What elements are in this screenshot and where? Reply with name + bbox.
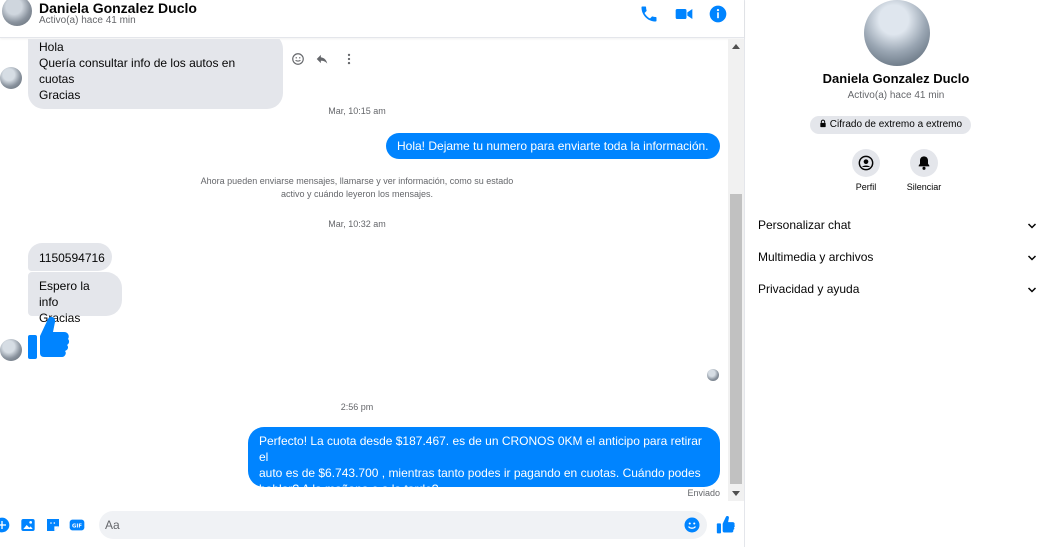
contact-status: Activo(a) hace 41 min (39, 15, 136, 26)
scroll-up-arrow[interactable] (732, 44, 740, 49)
chat-header: Daniela Gonzalez Duclo Activo(a) hace 41… (0, 0, 744, 38)
section-customize-chat[interactable]: Personalizar chat (758, 218, 1038, 238)
message-line: Quería consultar info de los autos en cu… (39, 56, 236, 86)
system-note: Ahora pueden enviarse mensajes, llamarse… (178, 175, 536, 201)
profile-name: Daniela Gonzalez Duclo (822, 71, 970, 86)
message-line: hablar? A la mañana o a la tarde? (259, 482, 439, 496)
svg-text:GIF: GIF (72, 524, 82, 530)
message-line: Hola (39, 40, 64, 54)
sent-status: Enviado (687, 488, 720, 498)
conversation-info-panel: Daniela Gonzalez Duclo Activo(a) hace 41… (746, 0, 1050, 547)
message-line: auto es de $6.743.700 , mientras tanto p… (259, 466, 701, 480)
more-icon[interactable] (342, 52, 356, 66)
profile-button-circle[interactable] (852, 149, 880, 177)
section-label: Personalizar chat (758, 218, 851, 232)
message-input[interactable] (105, 517, 675, 533)
bell-icon (918, 156, 930, 170)
incoming-message[interactable]: Hola Quería consultar info de los autos … (28, 39, 283, 109)
scroll-down-arrow[interactable] (732, 491, 740, 496)
profile-status: Activo(a) hace 41 min (847, 90, 945, 101)
section-privacy-help[interactable]: Privacidad y ayuda (758, 282, 1038, 302)
emoji-react-icon[interactable] (291, 52, 305, 66)
emoji-icon[interactable] (683, 516, 701, 534)
system-note-line: Ahora pueden enviarse mensajes, llamarse… (200, 176, 514, 186)
phone-icon[interactable] (639, 4, 659, 24)
mute-button-circle[interactable] (910, 149, 938, 177)
message-actions (291, 52, 356, 71)
scroll-thumb[interactable] (730, 194, 742, 484)
composer-bar: GIF (0, 503, 744, 547)
message-line: Gracias (39, 88, 81, 102)
reply-icon[interactable] (315, 52, 329, 66)
section-media-files[interactable]: Multimedia y archivos (758, 250, 1038, 270)
encryption-badge[interactable]: Cifrado de extremo a extremo (810, 116, 972, 134)
system-note-line: activo y cuándo leyeron los mensajes. (280, 189, 434, 199)
gif-icon[interactable]: GIF (69, 517, 85, 533)
message-input-box[interactable] (99, 511, 707, 539)
thumbs-up-sticker[interactable] (26, 315, 70, 361)
contact-avatar-small[interactable] (0, 67, 22, 89)
incoming-message[interactable]: Espero la info Gracias (28, 272, 122, 325)
chevron-down-icon[interactable] (1026, 220, 1038, 232)
chevron-down-icon[interactable] (1026, 284, 1038, 296)
contact-name[interactable]: Daniela Gonzalez Duclo (39, 0, 197, 16)
timestamp: Mar, 10:32 am (328, 219, 386, 229)
timestamp: 2:56 pm (340, 402, 374, 412)
chevron-down-icon[interactable] (1026, 252, 1038, 264)
chat-panel: Daniela Gonzalez Duclo Activo(a) hace 41… (0, 0, 745, 547)
incoming-message[interactable]: 1150594716 (28, 243, 112, 271)
mute-button[interactable]: Silenciar (894, 149, 954, 192)
profile-label: Perfil (855, 182, 877, 192)
profile-icon (858, 155, 874, 171)
sticker-icon[interactable] (45, 517, 61, 533)
outgoing-message[interactable]: Hola! Dejame tu numero para enviarte tod… (386, 133, 720, 159)
plus-icon[interactable] (0, 517, 10, 533)
section-label: Multimedia y archivos (758, 250, 874, 264)
message-line: Espero la info (39, 279, 90, 309)
outgoing-message[interactable]: Perfecto! La cuota desde $187.467. es de… (248, 427, 720, 496)
timestamp: Mar, 10:15 am (328, 106, 386, 116)
contact-avatar[interactable] (2, 0, 32, 26)
info-icon[interactable] (708, 4, 728, 24)
section-label: Privacidad y ayuda (758, 282, 860, 296)
contact-avatar-small[interactable] (0, 339, 22, 361)
profile-button[interactable]: Perfil (836, 149, 896, 192)
message-scrollbar[interactable] (728, 39, 744, 501)
photo-icon[interactable] (20, 517, 36, 533)
profile-avatar-large[interactable] (864, 0, 930, 66)
encryption-label: Cifrado de extremo a extremo (829, 119, 963, 130)
mute-label: Silenciar (906, 182, 942, 192)
like-icon[interactable] (716, 515, 736, 535)
message-line: Perfecto! La cuota desde $187.467. es de… (259, 434, 702, 464)
message-list: Hola Quería consultar info de los autos … (0, 39, 728, 501)
lock-icon (820, 119, 826, 128)
read-receipt-avatar (707, 369, 719, 381)
video-icon[interactable] (674, 4, 694, 24)
